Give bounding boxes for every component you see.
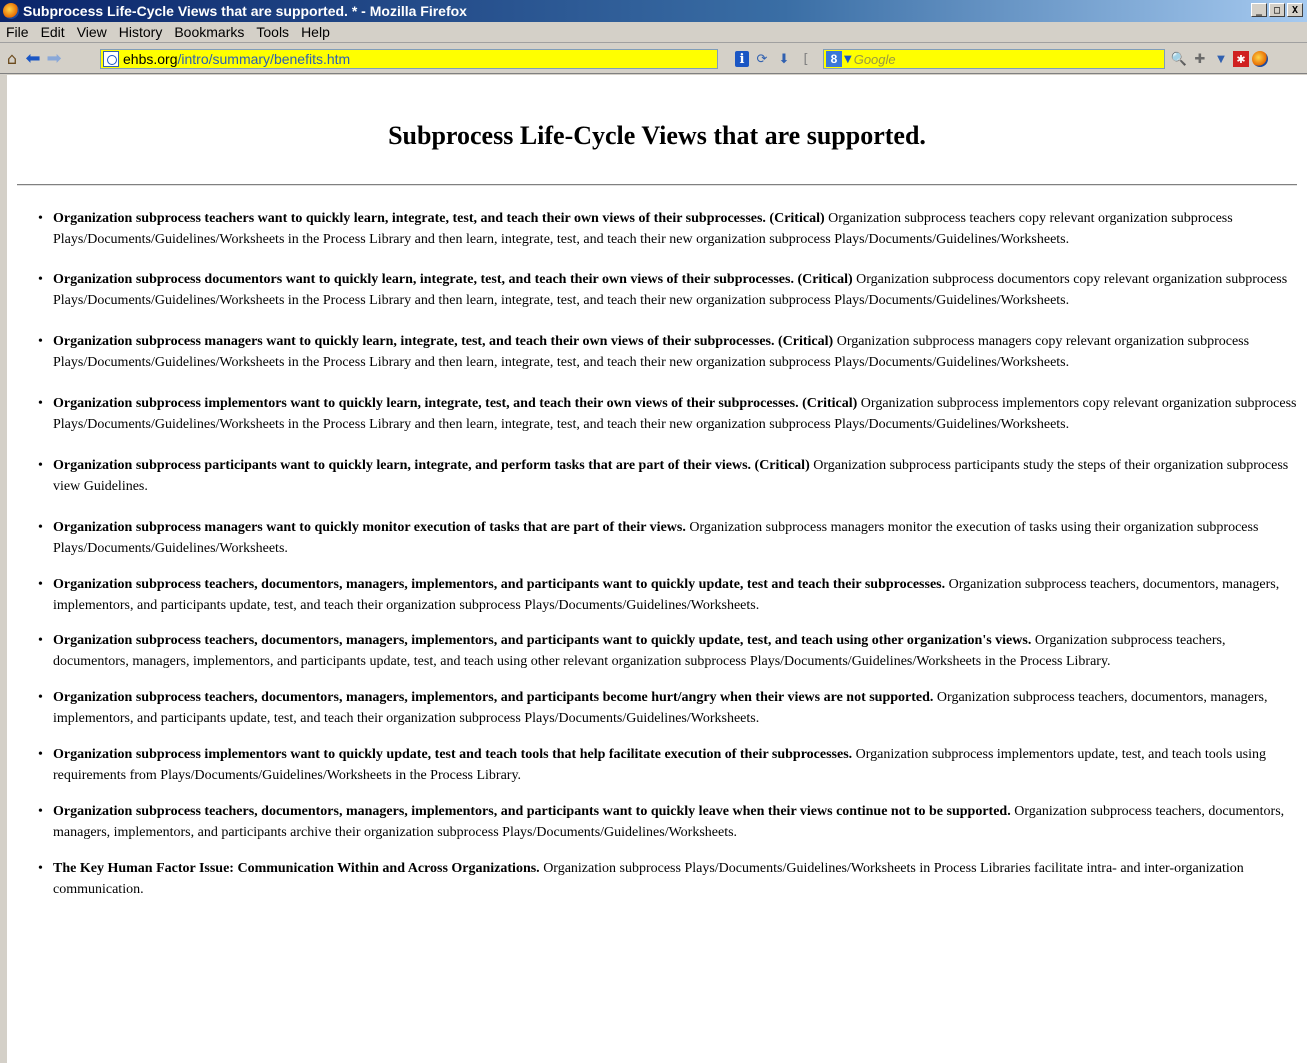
window-title: Subprocess Life-Cycle Views that are sup… xyxy=(23,3,467,19)
home-icon[interactable]: ⌂ xyxy=(3,49,21,68)
address-bar[interactable]: ehbs.org/intro/summary/benefits.htm xyxy=(100,49,718,69)
firefox-icon[interactable] xyxy=(1252,51,1268,67)
list-item: The Key Human Factor Issue: Communicatio… xyxy=(38,858,1298,900)
search-icon[interactable]: 🔍 xyxy=(1170,50,1188,68)
site-favicon-icon xyxy=(103,51,119,67)
menu-file[interactable]: File xyxy=(0,24,35,40)
list-item: Organization subprocess managers want to… xyxy=(38,517,1298,559)
search-engine-icon[interactable]: 8 xyxy=(826,51,842,67)
minimize-button[interactable]: _ xyxy=(1251,3,1267,17)
item-summary: Organization subprocess documentors want… xyxy=(53,272,853,287)
item-summary: Organization subprocess managers want to… xyxy=(53,334,834,349)
url-domain: ehbs.org xyxy=(123,51,178,67)
page-title: Subprocess Life-Cycle Views that are sup… xyxy=(388,121,926,150)
down-arrow-icon[interactable]: ▼ xyxy=(1212,50,1230,68)
close-button[interactable]: X xyxy=(1287,3,1303,17)
extension-icon[interactable]: ✱ xyxy=(1233,51,1249,67)
chevron-down-icon[interactable]: ▼ xyxy=(844,54,852,65)
menu-help[interactable]: Help xyxy=(295,24,336,40)
item-summary: Organization subprocess teachers, docume… xyxy=(53,690,934,705)
list-item: Organization subprocess managers want to… xyxy=(38,331,1298,373)
item-summary: Organization subprocess managers want to… xyxy=(53,520,686,535)
menu-edit[interactable]: Edit xyxy=(35,24,71,40)
menu-bar: File Edit View History Bookmarks Tools H… xyxy=(0,22,1307,43)
list-item: Organization subprocess teachers, docume… xyxy=(38,630,1298,672)
navigation-toolbar: ⌂ ⬅ ➡ ehbs.org/intro/summary/benefits.ht… xyxy=(0,44,1307,74)
menu-view[interactable]: View xyxy=(71,24,113,40)
item-summary: Organization subprocess teachers, docume… xyxy=(53,804,1011,819)
separator-icon: [ xyxy=(803,51,809,67)
item-summary: Organization subprocess implementors wan… xyxy=(53,396,858,411)
list-item: Organization subprocess teachers, docume… xyxy=(38,801,1298,843)
menu-tools[interactable]: Tools xyxy=(250,24,295,40)
back-arrow-icon[interactable]: ⬅ xyxy=(24,48,42,69)
reload-icon[interactable]: ⟳ xyxy=(753,50,771,68)
list-item: Organization subprocess teachers, docume… xyxy=(38,687,1298,729)
horizontal-rule xyxy=(17,184,1297,186)
forward-arrow-icon[interactable]: ➡ xyxy=(45,48,63,69)
item-summary: Organization subprocess implementors wan… xyxy=(53,747,853,762)
page-content: Subprocess Life-Cycle Views that are sup… xyxy=(7,75,1307,1063)
menu-bookmarks[interactable]: Bookmarks xyxy=(168,24,250,40)
item-summary: Organization subprocess participants wan… xyxy=(53,458,810,473)
down-arrow-icon[interactable]: ⬇ xyxy=(775,50,793,68)
info-icon[interactable]: i xyxy=(735,51,749,67)
window-titlebar[interactable]: Subprocess Life-Cycle Views that are sup… xyxy=(0,0,1307,22)
item-summary: Organization subprocess teachers, docume… xyxy=(53,577,946,592)
url-path: /intro/summary/benefits.htm xyxy=(177,51,351,67)
addon-icon[interactable]: ✚ xyxy=(1191,50,1209,68)
item-summary: Organization subprocess teachers want to… xyxy=(53,211,825,226)
search-bar[interactable]: 8 ▼ Google xyxy=(823,49,1165,69)
window-controls: _ □ X xyxy=(1251,3,1303,17)
list-item: Organization subprocess participants wan… xyxy=(38,455,1298,497)
list-item: Organization subprocess teachers, docume… xyxy=(38,574,1298,616)
item-summary: The Key Human Factor Issue: Communicatio… xyxy=(53,861,540,876)
address-tools: i ⟳ ⬇ [ xyxy=(735,50,815,68)
extra-tools: 🔍 ✚ ▼ ✱ xyxy=(1170,50,1268,68)
search-input[interactable]: Google xyxy=(854,52,896,67)
item-summary: Organization subprocess teachers, docume… xyxy=(53,633,1032,648)
list-item: Organization subprocess documentors want… xyxy=(38,269,1298,311)
list-item: Organization subprocess teachers want to… xyxy=(38,208,1298,250)
maximize-button[interactable]: □ xyxy=(1269,3,1285,17)
firefox-icon xyxy=(3,3,19,19)
menu-history[interactable]: History xyxy=(113,24,169,40)
list-item: Organization subprocess implementors wan… xyxy=(38,744,1298,786)
list-item: Organization subprocess implementors wan… xyxy=(38,393,1298,435)
